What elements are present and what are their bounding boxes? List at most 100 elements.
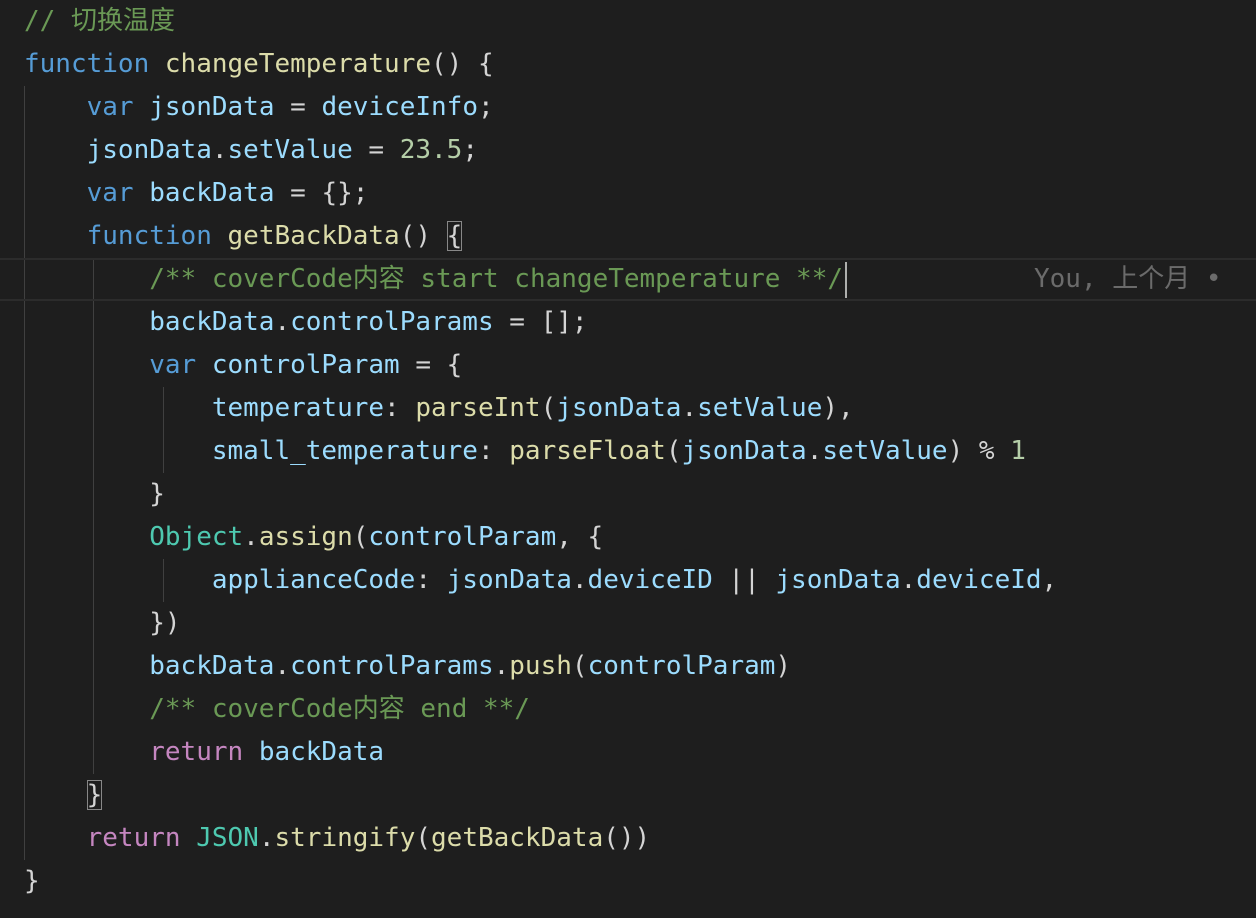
code-token: } <box>24 866 40 896</box>
code-editor[interactable]: // 切换温度 function changeTemperature() { va… <box>0 0 1256 918</box>
code-token: backData <box>149 178 275 208</box>
code-token: JSON <box>196 823 259 853</box>
code-token: } <box>24 479 165 509</box>
code-line[interactable]: backData.controlParams = []; <box>0 301 1256 344</box>
code-token: var <box>149 350 197 380</box>
code-line[interactable]: return JSON.stringify(getBackData()) <box>0 817 1256 860</box>
code-line[interactable]: backData.controlParams.push(controlParam… <box>0 645 1256 688</box>
matching-bracket: { <box>446 221 463 251</box>
code-token: jsonData <box>149 92 275 122</box>
code-line[interactable]: // 切换温度 <box>0 0 1256 43</box>
code-text: } <box>24 473 165 516</box>
code-token: = { <box>399 350 463 380</box>
code-token: ( <box>540 393 557 423</box>
code-token: return <box>86 823 181 853</box>
code-token: setValue <box>227 135 353 165</box>
code-token: = []; <box>493 307 588 337</box>
code-text: jsonData.setValue = 23.5; <box>24 129 478 172</box>
code-token: /** coverCode内容 end **/ <box>149 694 530 724</box>
code-line[interactable]: var jsonData = deviceInfo; <box>0 86 1256 129</box>
text-cursor <box>845 261 848 298</box>
code-token: deviceId <box>916 565 1042 595</box>
code-token: . <box>211 135 228 165</box>
code-token: . <box>571 565 588 595</box>
code-line[interactable]: var controlParam = { <box>0 344 1256 387</box>
code-line[interactable]: Object.assign(controlParam, { <box>0 516 1256 559</box>
code-token: : <box>415 565 447 595</box>
code-text: applianceCode: jsonData.deviceID || json… <box>24 559 1057 602</box>
code-text: backData.controlParams.push(controlParam… <box>24 645 791 688</box>
code-token: ) <box>775 651 792 681</box>
code-token: . <box>243 522 259 552</box>
code-line[interactable]: var backData = {}; <box>0 172 1256 215</box>
code-line[interactable]: function getBackData() { <box>0 215 1256 258</box>
code-token: . <box>258 823 275 853</box>
code-token: , { <box>556 522 604 552</box>
code-token: ; <box>478 92 494 122</box>
code-token: , <box>1041 565 1058 595</box>
code-text: small_temperature: parseFloat(jsonData.s… <box>24 430 1026 473</box>
code-text: function changeTemperature() { <box>24 43 494 86</box>
code-line-current[interactable]: /** coverCode内容 start changeTemperature … <box>0 258 1256 301</box>
code-token: parseInt <box>415 393 541 423</box>
code-token: = {}; <box>274 178 369 208</box>
code-token: () { <box>431 49 494 79</box>
code-line[interactable]: applianceCode: jsonData.deviceID || json… <box>0 559 1256 602</box>
code-line[interactable]: function changeTemperature() { <box>0 43 1256 86</box>
code-token: parseFloat <box>509 436 666 466</box>
code-line[interactable]: } <box>0 473 1256 516</box>
code-token: return <box>149 737 244 767</box>
code-token: . <box>274 307 291 337</box>
code-line[interactable]: } <box>0 860 1256 903</box>
code-token: = <box>352 135 400 165</box>
code-line[interactable]: jsonData.setValue = 23.5; <box>0 129 1256 172</box>
code-token: Object <box>149 522 244 552</box>
code-text: // 切换温度 <box>24 0 175 43</box>
code-line[interactable]: } <box>0 774 1256 817</box>
code-token: controlParams <box>290 307 494 337</box>
code-token: ( <box>571 651 588 681</box>
code-token: applianceCode <box>211 565 416 595</box>
code-token: ) % <box>947 436 1011 466</box>
code-line[interactable]: temperature: parseInt(jsonData.setValue)… <box>0 387 1256 430</box>
code-text: temperature: parseInt(jsonData.setValue)… <box>24 387 854 430</box>
matching-bracket: } <box>86 780 103 810</box>
code-text: } <box>24 860 40 903</box>
code-token: controlParams <box>290 651 494 681</box>
code-token: }) <box>24 608 181 638</box>
code-line[interactable]: return backData <box>0 731 1256 774</box>
code-token: controlParam <box>211 350 400 380</box>
code-token: setValue <box>697 393 823 423</box>
code-token: small_temperature <box>211 436 478 466</box>
code-text: var backData = {}; <box>24 172 369 215</box>
code-text: }) <box>24 602 181 645</box>
code-token: : <box>477 436 510 466</box>
code-line[interactable]: small_temperature: parseFloat(jsonData.s… <box>0 430 1256 473</box>
code-token: setValue <box>822 436 948 466</box>
code-token: stringify <box>274 823 416 853</box>
code-token: getBackData <box>227 221 400 251</box>
code-line[interactable]: }) <box>0 602 1256 645</box>
code-text: Object.assign(controlParam, { <box>24 516 603 559</box>
code-text: return JSON.stringify(getBackData()) <box>24 817 651 860</box>
code-token: controlParam <box>368 522 557 552</box>
code-token: . <box>274 651 291 681</box>
code-line[interactable]: /** coverCode内容 end **/ <box>0 688 1256 731</box>
code-text: /** coverCode内容 end **/ <box>24 688 530 731</box>
code-token: ( <box>415 823 432 853</box>
code-token: . <box>900 565 917 595</box>
